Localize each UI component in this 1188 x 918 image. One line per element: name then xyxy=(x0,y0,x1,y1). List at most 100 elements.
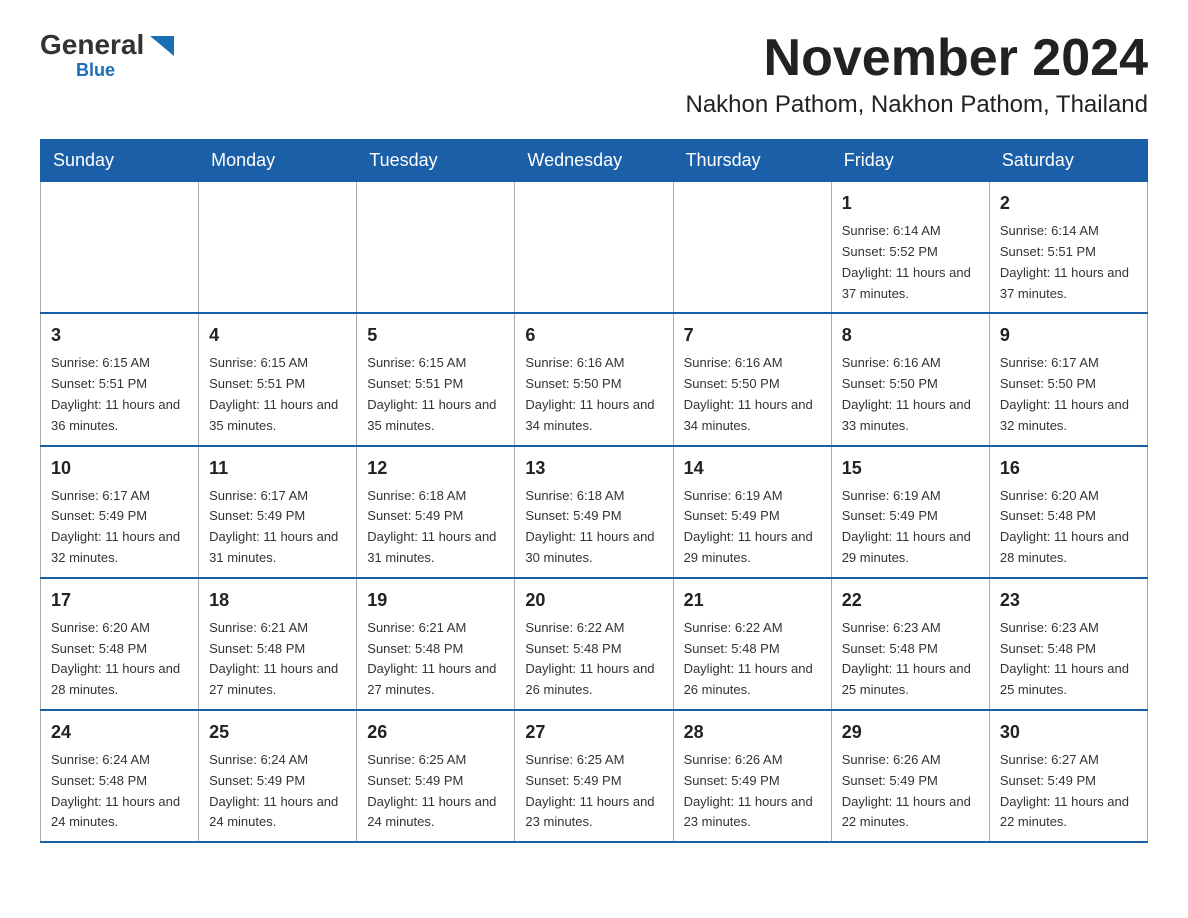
calendar-body: 1 Sunrise: 6:14 AM Sunset: 5:52 PM Daylig… xyxy=(41,182,1148,842)
calendar-cell: 23 Sunrise: 6:23 AM Sunset: 5:48 PM Dayli… xyxy=(989,578,1147,710)
logo-triangle-icon xyxy=(146,32,178,60)
day-info: Sunrise: 6:27 AM Sunset: 5:49 PM Dayligh… xyxy=(1000,750,1137,833)
calendar-cell: 25 Sunrise: 6:24 AM Sunset: 5:49 PM Dayli… xyxy=(199,710,357,842)
calendar-cell xyxy=(199,182,357,314)
day-info: Sunrise: 6:21 AM Sunset: 5:48 PM Dayligh… xyxy=(209,618,346,701)
header-tuesday: Tuesday xyxy=(357,140,515,182)
calendar-cell xyxy=(41,182,199,314)
week-row-1: 1 Sunrise: 6:14 AM Sunset: 5:52 PM Daylig… xyxy=(41,182,1148,314)
calendar-cell: 26 Sunrise: 6:25 AM Sunset: 5:49 PM Dayli… xyxy=(357,710,515,842)
week-row-3: 10Sunrise: 6:17 AM Sunset: 5:49 PM Dayli… xyxy=(41,446,1148,578)
day-info: Sunrise: 6:18 AM Sunset: 5:49 PM Dayligh… xyxy=(367,486,504,569)
day-info: Sunrise: 6:22 AM Sunset: 5:48 PM Dayligh… xyxy=(525,618,662,701)
day-info: Sunrise: 6:17 AM Sunset: 5:49 PM Dayligh… xyxy=(51,486,188,569)
week-row-5: 24Sunrise: 6:24 AM Sunset: 5:48 PM Dayli… xyxy=(41,710,1148,842)
calendar-cell: 18 Sunrise: 6:21 AM Sunset: 5:48 PM Dayli… xyxy=(199,578,357,710)
day-number: 22 xyxy=(842,587,979,614)
day-info: Sunrise: 6:14 AM Sunset: 5:52 PM Dayligh… xyxy=(842,221,979,304)
calendar-cell: 11Sunrise: 6:17 AM Sunset: 5:49 PM Dayli… xyxy=(199,446,357,578)
page-header: General Blue November 2024 Nakhon Pathom… xyxy=(40,30,1148,119)
calendar-cell: 27Sunrise: 6:25 AM Sunset: 5:49 PM Dayli… xyxy=(515,710,673,842)
logo-general-text: General xyxy=(40,31,144,59)
day-number: 8 xyxy=(842,322,979,349)
calendar-cell xyxy=(357,182,515,314)
day-info: Sunrise: 6:17 AM Sunset: 5:50 PM Dayligh… xyxy=(1000,353,1137,436)
header-monday: Monday xyxy=(199,140,357,182)
week-row-4: 17 Sunrise: 6:20 AM Sunset: 5:48 PM Dayli… xyxy=(41,578,1148,710)
calendar-cell: 4 Sunrise: 6:15 AM Sunset: 5:51 PM Daylig… xyxy=(199,313,357,445)
day-number: 23 xyxy=(1000,587,1137,614)
calendar-cell: 19Sunrise: 6:21 AM Sunset: 5:48 PM Dayli… xyxy=(357,578,515,710)
day-number: 3 xyxy=(51,322,188,349)
day-info: Sunrise: 6:14 AM Sunset: 5:51 PM Dayligh… xyxy=(1000,221,1137,304)
calendar-cell: 28 Sunrise: 6:26 AM Sunset: 5:49 PM Dayli… xyxy=(673,710,831,842)
calendar-cell xyxy=(515,182,673,314)
calendar-cell: 13 Sunrise: 6:18 AM Sunset: 5:49 PM Dayli… xyxy=(515,446,673,578)
day-number: 24 xyxy=(51,719,188,746)
day-number: 18 xyxy=(209,587,346,614)
day-number: 15 xyxy=(842,455,979,482)
calendar-cell: 24Sunrise: 6:24 AM Sunset: 5:48 PM Dayli… xyxy=(41,710,199,842)
day-number: 20 xyxy=(525,587,662,614)
day-number: 30 xyxy=(1000,719,1137,746)
calendar-cell: 15 Sunrise: 6:19 AM Sunset: 5:49 PM Dayli… xyxy=(831,446,989,578)
day-info: Sunrise: 6:17 AM Sunset: 5:49 PM Dayligh… xyxy=(209,486,346,569)
calendar-cell: 8 Sunrise: 6:16 AM Sunset: 5:50 PM Daylig… xyxy=(831,313,989,445)
calendar-title-block: November 2024 Nakhon Pathom, Nakhon Path… xyxy=(685,30,1148,119)
header-row: SundayMondayTuesdayWednesdayThursdayFrid… xyxy=(41,140,1148,182)
day-info: Sunrise: 6:26 AM Sunset: 5:49 PM Dayligh… xyxy=(842,750,979,833)
day-number: 27 xyxy=(525,719,662,746)
calendar-subtitle: Nakhon Pathom, Nakhon Pathom, Thailand xyxy=(685,91,1148,119)
calendar-cell: 20 Sunrise: 6:22 AM Sunset: 5:48 PM Dayli… xyxy=(515,578,673,710)
calendar-cell: 16 Sunrise: 6:20 AM Sunset: 5:48 PM Dayli… xyxy=(989,446,1147,578)
header-wednesday: Wednesday xyxy=(515,140,673,182)
day-info: Sunrise: 6:19 AM Sunset: 5:49 PM Dayligh… xyxy=(842,486,979,569)
day-info: Sunrise: 6:23 AM Sunset: 5:48 PM Dayligh… xyxy=(842,618,979,701)
day-number: 9 xyxy=(1000,322,1137,349)
day-number: 21 xyxy=(684,587,821,614)
day-number: 4 xyxy=(209,322,346,349)
calendar-cell: 29 Sunrise: 6:26 AM Sunset: 5:49 PM Dayli… xyxy=(831,710,989,842)
calendar-title: November 2024 xyxy=(685,30,1148,87)
calendar-cell: 12Sunrise: 6:18 AM Sunset: 5:49 PM Dayli… xyxy=(357,446,515,578)
day-number: 29 xyxy=(842,719,979,746)
calendar-cell: 1 Sunrise: 6:14 AM Sunset: 5:52 PM Daylig… xyxy=(831,182,989,314)
calendar-header: SundayMondayTuesdayWednesdayThursdayFrid… xyxy=(41,140,1148,182)
day-number: 26 xyxy=(367,719,504,746)
day-number: 17 xyxy=(51,587,188,614)
calendar-cell: 3 Sunrise: 6:15 AM Sunset: 5:51 PM Daylig… xyxy=(41,313,199,445)
calendar-cell: 21 Sunrise: 6:22 AM Sunset: 5:48 PM Dayli… xyxy=(673,578,831,710)
calendar-cell: 7Sunrise: 6:16 AM Sunset: 5:50 PM Daylig… xyxy=(673,313,831,445)
header-saturday: Saturday xyxy=(989,140,1147,182)
header-thursday: Thursday xyxy=(673,140,831,182)
header-sunday: Sunday xyxy=(41,140,199,182)
day-info: Sunrise: 6:20 AM Sunset: 5:48 PM Dayligh… xyxy=(1000,486,1137,569)
day-info: Sunrise: 6:21 AM Sunset: 5:48 PM Dayligh… xyxy=(367,618,504,701)
calendar-table: SundayMondayTuesdayWednesdayThursdayFrid… xyxy=(40,139,1148,843)
day-number: 7 xyxy=(684,322,821,349)
day-info: Sunrise: 6:16 AM Sunset: 5:50 PM Dayligh… xyxy=(842,353,979,436)
calendar-cell xyxy=(673,182,831,314)
day-number: 28 xyxy=(684,719,821,746)
calendar-cell: 2 Sunrise: 6:14 AM Sunset: 5:51 PM Daylig… xyxy=(989,182,1147,314)
week-row-2: 3 Sunrise: 6:15 AM Sunset: 5:51 PM Daylig… xyxy=(41,313,1148,445)
calendar-cell: 14Sunrise: 6:19 AM Sunset: 5:49 PM Dayli… xyxy=(673,446,831,578)
day-number: 6 xyxy=(525,322,662,349)
day-number: 2 xyxy=(1000,190,1137,217)
day-info: Sunrise: 6:22 AM Sunset: 5:48 PM Dayligh… xyxy=(684,618,821,701)
day-info: Sunrise: 6:23 AM Sunset: 5:48 PM Dayligh… xyxy=(1000,618,1137,701)
day-info: Sunrise: 6:26 AM Sunset: 5:49 PM Dayligh… xyxy=(684,750,821,833)
day-info: Sunrise: 6:18 AM Sunset: 5:49 PM Dayligh… xyxy=(525,486,662,569)
day-number: 1 xyxy=(842,190,979,217)
day-info: Sunrise: 6:25 AM Sunset: 5:49 PM Dayligh… xyxy=(367,750,504,833)
day-number: 16 xyxy=(1000,455,1137,482)
day-number: 25 xyxy=(209,719,346,746)
day-number: 13 xyxy=(525,455,662,482)
day-info: Sunrise: 6:15 AM Sunset: 5:51 PM Dayligh… xyxy=(51,353,188,436)
logo-blue-text: Blue xyxy=(76,60,115,81)
day-info: Sunrise: 6:15 AM Sunset: 5:51 PM Dayligh… xyxy=(209,353,346,436)
day-number: 5 xyxy=(367,322,504,349)
day-info: Sunrise: 6:24 AM Sunset: 5:49 PM Dayligh… xyxy=(209,750,346,833)
day-info: Sunrise: 6:20 AM Sunset: 5:48 PM Dayligh… xyxy=(51,618,188,701)
day-info: Sunrise: 6:16 AM Sunset: 5:50 PM Dayligh… xyxy=(525,353,662,436)
